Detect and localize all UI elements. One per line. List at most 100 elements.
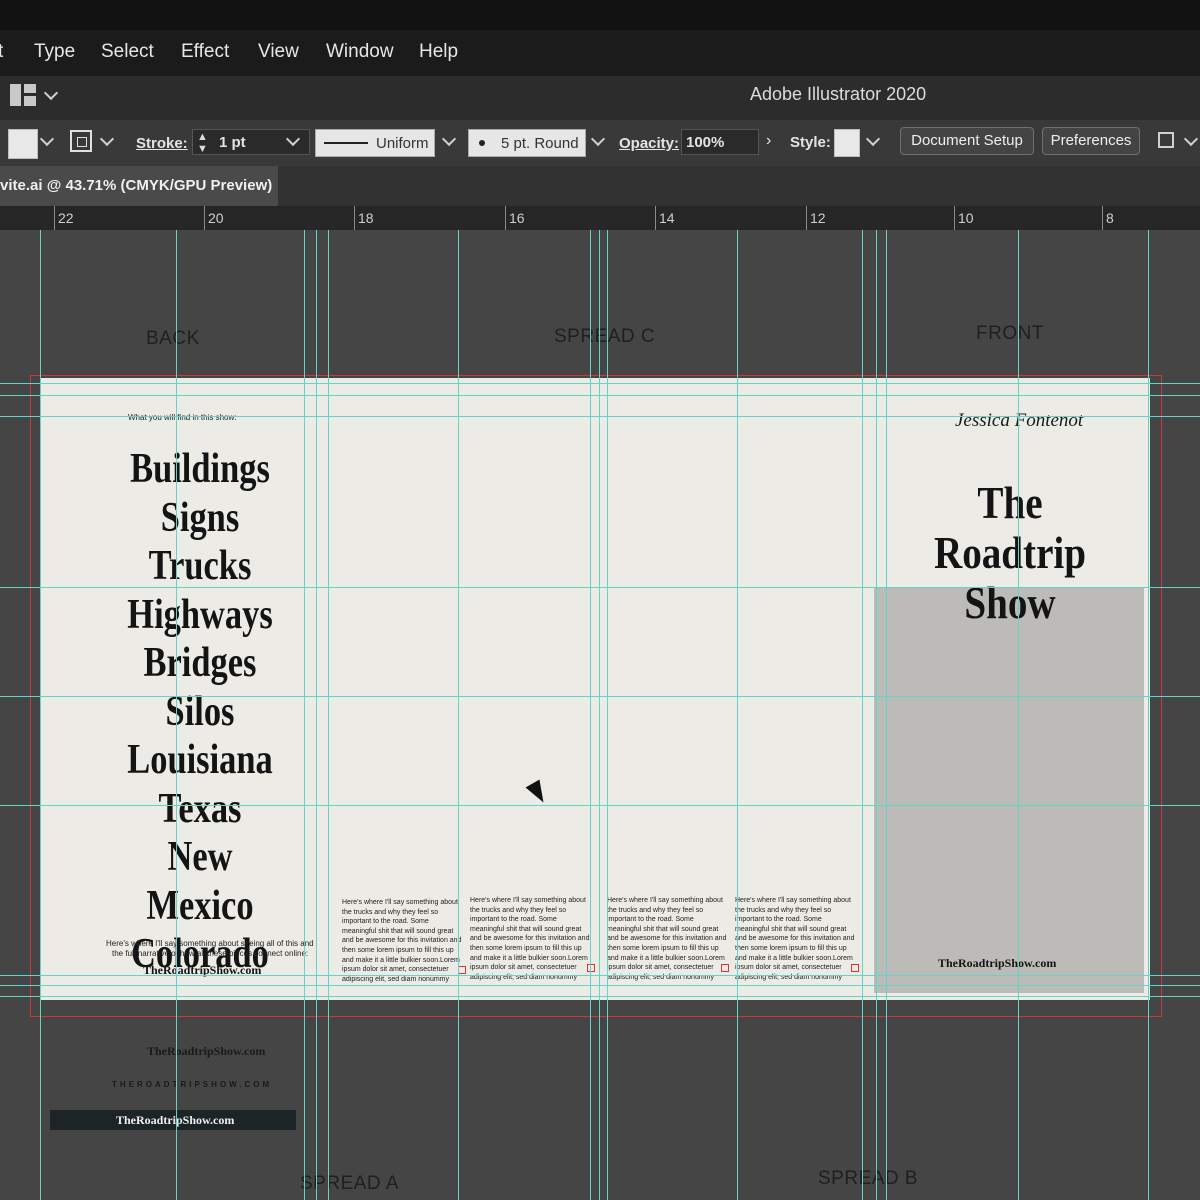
guide-vertical[interactable] (328, 230, 329, 1200)
signature[interactable]: Jessica Fontenot (955, 410, 1083, 432)
guide-horizontal[interactable] (0, 996, 1200, 997)
menu-item-type-partial[interactable]: t (0, 41, 3, 63)
ruler-number: 18 (358, 210, 374, 226)
brush-definition[interactable]: 5 pt. Round (468, 129, 586, 157)
guide-vertical[interactable] (176, 230, 177, 1200)
monitor-bezel (0, 0, 1200, 30)
menu-item-type[interactable]: Type (34, 41, 75, 63)
chevron-down-icon[interactable] (99, 131, 115, 147)
app-title: Adobe Illustrator 2020 (750, 84, 927, 104)
guide-vertical[interactable] (1018, 230, 1019, 1200)
guide-horizontal[interactable] (0, 395, 1200, 396)
text-column-3[interactable]: Here's where I'll say something about th… (607, 896, 727, 982)
document-tab[interactable]: vite.ai @ 43.71% (CMYK/GPU Preview) (0, 166, 278, 206)
place-item: Buildings (130, 446, 270, 492)
guide-vertical[interactable] (40, 230, 41, 1200)
text-column-1[interactable]: Here's where I'll say something about th… (342, 898, 462, 984)
brush-label: 5 pt. Round (501, 135, 579, 152)
chevron-down-icon[interactable] (43, 85, 59, 101)
front-title[interactable]: The Roadtrip Show (900, 478, 1121, 628)
ruler-number: 8 (1106, 210, 1114, 226)
section-label-back: BACK (146, 328, 200, 349)
stepper-icon[interactable]: ▲ ▼ (197, 131, 208, 155)
guide-horizontal[interactable] (0, 975, 1200, 976)
section-label-spread-c: SPREAD C (554, 326, 656, 347)
guide-vertical[interactable] (886, 230, 887, 1200)
guide-horizontal[interactable] (0, 587, 1200, 588)
ruler-tick (54, 206, 55, 230)
ruler-tick (954, 206, 955, 230)
guide-vertical[interactable] (737, 230, 738, 1200)
front-url[interactable]: TheRoadtripShow.com (938, 956, 1056, 971)
guide-vertical[interactable] (607, 230, 608, 1200)
menu-item-select[interactable]: Select (101, 41, 154, 63)
opacity-value: 100% (686, 134, 725, 151)
guide-horizontal[interactable] (0, 985, 1200, 986)
menu-item-effect[interactable]: Effect (181, 41, 229, 63)
guide-vertical[interactable] (599, 230, 600, 1200)
opacity-field[interactable]: 100% (681, 129, 759, 155)
menu-item-window[interactable]: Window (326, 41, 394, 63)
stroke-label[interactable]: Stroke: (136, 135, 188, 152)
text-column-4[interactable]: Here's where I'll say something about th… (735, 896, 855, 982)
ruler-tick (354, 206, 355, 230)
pasteboard-url-1[interactable]: TheRoadtripShow.com (147, 1044, 265, 1059)
preferences-button[interactable]: Preferences (1042, 127, 1140, 155)
ruler-number: 22 (58, 210, 74, 226)
front-title-line-2: Show (964, 577, 1056, 628)
section-label-spread-a: SPREAD A (300, 1173, 400, 1194)
menu-bar: t Type Select Effect View Window Help (0, 30, 1200, 76)
chevron-down-icon[interactable] (590, 131, 606, 147)
horizontal-ruler[interactable]: 22 20 18 16 14 12 10 8 (0, 206, 1200, 230)
place-item: Highways (127, 591, 273, 638)
fill-swatch[interactable] (8, 129, 38, 159)
menu-item-help[interactable]: Help (419, 41, 458, 63)
arrange-documents-icon[interactable] (1158, 132, 1174, 148)
guide-horizontal[interactable] (0, 383, 1200, 384)
overset-text-icon[interactable] (721, 964, 729, 972)
guide-vertical[interactable] (458, 230, 459, 1200)
chevron-down-icon[interactable] (441, 131, 457, 147)
style-label: Style: (790, 134, 831, 151)
document-tab-bar: vite.ai @ 43.71% (CMYK/GPU Preview) (0, 166, 1200, 206)
overset-text-icon[interactable] (587, 964, 595, 972)
back-blurb-line-2: the full narrative of how all these piec… (112, 949, 309, 958)
places-list[interactable]: Buildings Signs Trucks Highways Bridges … (110, 445, 290, 979)
opacity-label[interactable]: Opacity: (619, 135, 679, 152)
text-column-2[interactable]: Here's where I'll say something about th… (470, 896, 590, 982)
document-setup-button[interactable]: Document Setup (900, 127, 1034, 155)
place-item: Silos (165, 688, 235, 735)
place-item: Trucks (148, 543, 252, 589)
pasteboard-url-2[interactable]: THEROADTRIPSHOW.COM (112, 1080, 272, 1089)
guide-vertical[interactable] (876, 230, 877, 1200)
guide-vertical[interactable] (1148, 230, 1149, 1200)
guide-horizontal[interactable] (0, 416, 1200, 417)
title-bar: Adobe Illustrator 2020 (0, 76, 1200, 120)
ruler-tick (204, 206, 205, 230)
section-label-spread-b: SPREAD B (818, 1168, 919, 1189)
guide-vertical[interactable] (304, 230, 305, 1200)
control-bar: Stroke: ▲ ▼ 1 pt Uniform 5 pt. Round Opac… (0, 120, 1200, 166)
guide-vertical[interactable] (862, 230, 863, 1200)
ruler-number: 10 (958, 210, 974, 226)
chevron-down-icon[interactable] (865, 131, 881, 147)
menu-item-view[interactable]: View (258, 41, 299, 63)
guide-vertical[interactable] (316, 230, 317, 1200)
overset-text-icon[interactable] (458, 966, 466, 974)
guide-horizontal[interactable] (0, 696, 1200, 697)
chevron-right-icon[interactable]: › (766, 132, 771, 150)
variable-width-profile[interactable]: Uniform (315, 129, 435, 157)
ruler-number: 14 (659, 210, 675, 226)
chevron-down-icon[interactable] (1183, 131, 1199, 147)
photo-placeholder[interactable] (874, 588, 1144, 993)
guide-horizontal[interactable] (0, 805, 1200, 806)
overset-text-icon[interactable] (851, 964, 859, 972)
style-swatch[interactable] (834, 129, 860, 157)
back-intro-text: What you will find in this show: (128, 413, 237, 422)
stroke-swatch-icon[interactable] (70, 130, 92, 152)
workspace-switcher-icon[interactable] (10, 84, 36, 106)
guide-vertical[interactable] (590, 230, 591, 1200)
place-item: New Mexico (146, 834, 254, 929)
chevron-down-icon[interactable] (39, 131, 55, 147)
ruler-number: 20 (208, 210, 224, 226)
